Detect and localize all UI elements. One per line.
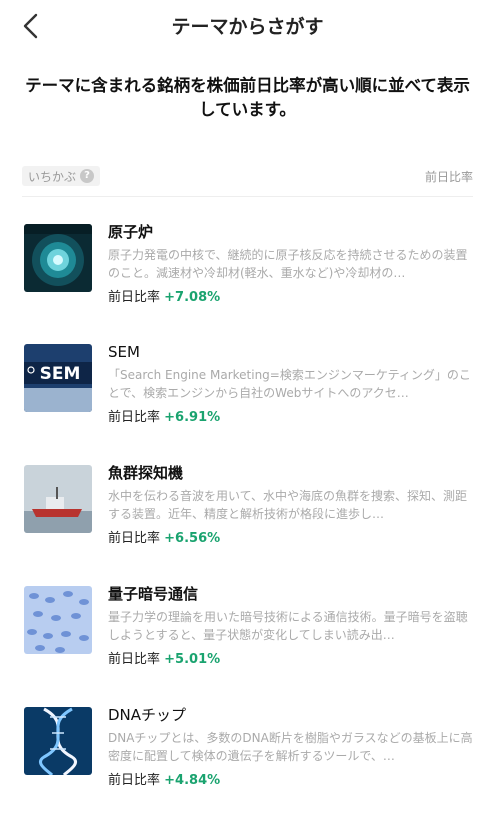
sort-label[interactable]: いちかぶ ? [22, 166, 101, 186]
theme-description: 「Search Engine Marketing=検索エンジンマーケティング」の… [108, 368, 471, 400]
theme-description: 水中を伝わる音波を用いて、水中や海底の魚群を捜索、探知、測距する装置。近年、精度… [108, 489, 468, 521]
change-value: +4.84% [164, 773, 221, 788]
change-value: +7.08% [164, 290, 221, 305]
theme-title: DNAチップ [108, 706, 187, 724]
change-row: 前日比率 +7.08% [108, 288, 473, 308]
change-row: 前日比率 +4.84% [108, 771, 473, 791]
theme-item[interactable]: 原子炉 原子力発電の中核で、継続的に原子核反応を持続させるための装置のこと。減速… [0, 223, 495, 342]
theme-title: SEM [108, 343, 140, 361]
theme-thumbnail [24, 224, 92, 292]
theme-item[interactable]: DNAチップ DNAチップとは、多数のDNA断片を樹脂やガラスなどの基板上に高密… [0, 706, 495, 825]
intro-text: テーマに含まれる銘柄を株価前日比率が高い順に並べて表示しています。 [25, 76, 470, 119]
page-title: テーマからさがす [171, 16, 324, 38]
change-label: 前日比率 [108, 290, 161, 305]
theme-item[interactable]: 魚群探知機 水中を伝わる音波を用いて、水中や海底の魚群を捜索、探知、測距する装置… [0, 464, 495, 583]
theme-description: 原子力発電の中核で、継続的に原子核反応を持続させるための装置のこと。減速材や冷却… [108, 248, 468, 280]
theme-description: DNAチップとは、多数のDNA断片を樹脂やガラスなどの基板上に高密度に配置して検… [108, 731, 473, 763]
help-icon[interactable]: ? [80, 169, 95, 183]
theme-thumbnail [24, 586, 92, 654]
theme-thumbnail [24, 465, 92, 533]
header: テーマからさがす [0, 0, 495, 50]
change-value: +6.56% [164, 531, 221, 546]
theme-thumbnail [24, 707, 92, 775]
divider [22, 196, 473, 197]
change-column-label: 前日比率 [424, 170, 473, 184]
change-label: 前日比率 [108, 410, 161, 425]
thumb-label: SEM [40, 364, 81, 384]
theme-thumbnail: SEM [24, 344, 92, 412]
change-row: 前日比率 +6.91% [108, 408, 473, 428]
change-value: +6.91% [164, 410, 221, 425]
theme-item[interactable]: SEM SEM 「Search Engine Marketing=検索エンジンマ… [0, 343, 495, 462]
theme-title: 魚群探知機 [108, 464, 184, 482]
change-row: 前日比率 +5.01% [108, 650, 473, 670]
list-header: いちかぶ ? 前日比率 [22, 166, 473, 190]
theme-item[interactable]: 量子暗号通信 量子力学の理論を用いた暗号技術による通信技術。量子暗号を盗聴しよう… [0, 585, 495, 704]
change-value: +5.01% [164, 652, 221, 667]
change-label: 前日比率 [108, 652, 161, 667]
sort-label-text: いちかぶ [28, 169, 77, 184]
theme-title: 量子暗号通信 [108, 585, 199, 603]
theme-title: 原子炉 [108, 223, 154, 241]
change-row: 前日比率 +6.56% [108, 529, 473, 549]
change-label: 前日比率 [108, 531, 161, 546]
theme-description: 量子力学の理論を用いた暗号技術による通信技術。量子暗号を盗聴しようとすると、量子… [108, 610, 468, 642]
change-label: 前日比率 [108, 773, 161, 788]
